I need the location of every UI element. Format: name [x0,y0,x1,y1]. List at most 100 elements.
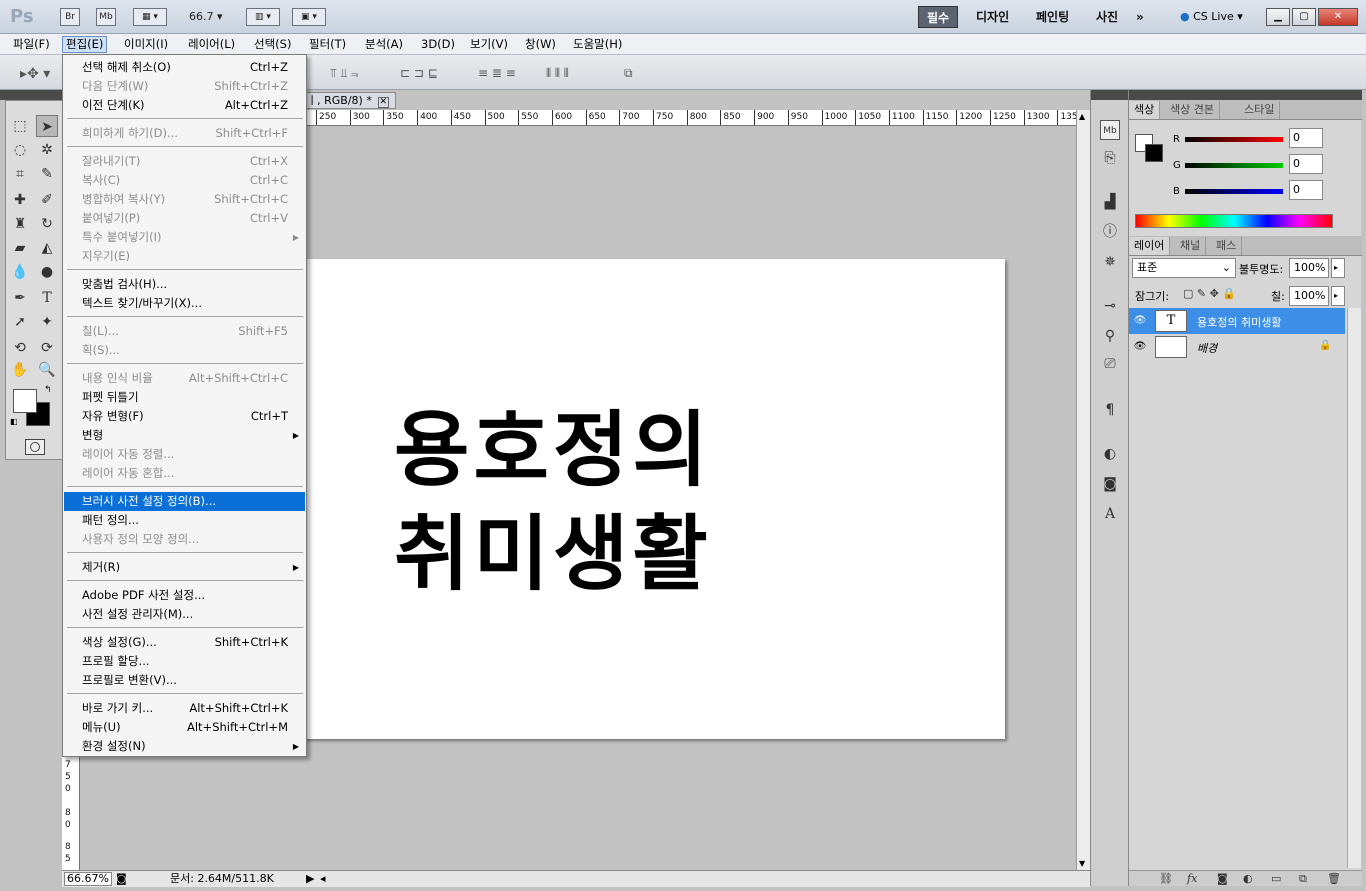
tab-layers[interactable]: 레이어 [1129,237,1171,255]
edit-menu-item[interactable]: 특수 붙여넣기(I) ▶ [64,228,305,247]
edit-menu-item[interactable]: 붙여넣기(P) Ctrl+V [64,209,305,228]
edit-menu-item[interactable]: 사용자 정의 모양 정의... [64,530,305,549]
more-workspaces-icon[interactable]: » [1128,6,1152,28]
red-value-input[interactable]: 0 [1289,128,1323,148]
vertical-scrollbar[interactable]: ▲ ▼ [1076,110,1090,870]
edit-menu-item[interactable]: 잘라내기(T) Ctrl+X [64,152,305,171]
adjustments-panel-icon[interactable]: ◐ [1100,444,1120,464]
edit-menu-item[interactable]: 사전 설정 관리자(M)... [64,605,305,624]
menu-select[interactable]: 선택(S) [251,36,294,53]
link-layers-icon[interactable]: ⛓ [1159,872,1173,885]
edit-menu-item[interactable]: 바로 가기 키... Alt+Shift+Ctrl+K [64,699,305,718]
edit-menu-item[interactable]: 선택 해제 취소(O) Ctrl+Z [64,58,305,77]
hand-tool-icon[interactable]: ✋ [9,359,31,381]
edit-menu-item[interactable]: 칠(L)... Shift+F5 [64,322,305,341]
edit-menu-item[interactable]: 획(S)... [64,341,305,360]
layer-style-icon[interactable]: fx [1187,872,1197,885]
blend-mode-select[interactable]: 표준 ⌄ [1132,258,1236,278]
edit-menu-item[interactable]: 색상 설정(G)... Shift+Ctrl+K [64,633,305,652]
tab-swatches[interactable]: 색상 견본 [1165,101,1220,119]
path-selection-tool-icon[interactable]: ➚ [9,311,31,333]
navigator-panel-icon[interactable]: ✵ [1100,252,1120,272]
align-top-icon[interactable]: ⫪ ⫫ ⫬ [330,66,358,81]
marquee-tool-icon[interactable]: ⬚ [9,115,31,137]
tab-color[interactable]: 색상 [1129,101,1161,119]
document-canvas[interactable]: 용호정의 취미생활 [304,259,1005,739]
character-panel-icon[interactable]: A [1100,504,1120,524]
opacity-arrow-icon[interactable]: ▸ [1331,258,1345,278]
delete-layer-icon[interactable]: 🗑 [1327,872,1341,885]
healing-brush-tool-icon[interactable]: ✚ [9,189,31,211]
add-mask-icon[interactable]: ◙ [1217,872,1228,885]
brush-presets-panel-icon[interactable]: ⊸ [1100,296,1120,316]
clone-stamp-tool-icon[interactable]: ♜ [9,213,31,235]
zoom-tool-icon[interactable]: 🔍 [36,359,58,381]
edit-menu-item[interactable]: 복사(C) Ctrl+C [64,171,305,190]
fill-arrow-icon[interactable]: ▸ [1331,286,1345,306]
fill-input[interactable]: 100% [1289,286,1329,306]
visibility-eye-icon[interactable]: 👁 [1133,314,1147,328]
green-value-input[interactable]: 0 [1289,154,1323,174]
edit-menu-item[interactable]: 레이어 자동 혼합... [64,464,305,483]
swap-colors-icon[interactable]: ↰ [44,385,52,395]
edit-menu-item[interactable]: 프로필로 변환(V)... [64,671,305,690]
edit-menu-item[interactable]: 내용 인식 비율 Alt+Shift+Ctrl+C [64,369,305,388]
edit-menu-item[interactable]: 제거(R) ▶ [64,558,305,577]
edit-menu-item[interactable]: 브러시 사전 설정 정의(B)... [64,492,305,511]
green-slider[interactable] [1185,163,1283,168]
paragraph-panel-icon[interactable]: ¶ [1100,400,1120,420]
edit-menu-item[interactable]: 맞춤법 검사(H)... [64,275,305,294]
edit-menu-item[interactable]: 다음 단계(W) Shift+Ctrl+Z [64,77,305,96]
scroll-down-icon[interactable]: ▼ [1079,859,1085,868]
distribute-left-icon[interactable]: ⫴ ⫴ ⫴ [546,66,569,81]
menu-3d[interactable]: 3D(D) [418,36,458,53]
color-panel-background-swatch[interactable] [1145,144,1163,162]
layer-row-background[interactable]: 👁 배경 🔒 [1129,334,1345,360]
edit-menu-item[interactable]: 이전 단계(K) Alt+Ctrl+Z [64,96,305,115]
move-tool-icon[interactable]: ➤ [36,115,58,137]
menu-layer[interactable]: 레이어(L) [185,36,238,53]
close-button[interactable]: ✕ [1318,8,1358,26]
zoom-field[interactable]: 66.67% [64,872,112,886]
minibridge-button[interactable]: Mb [96,8,116,26]
workspace-painting[interactable]: 페인팅 [1028,6,1077,28]
cs-live-menu[interactable]: ● CS Live ▾ [1180,10,1243,23]
arrange-documents-button[interactable]: ▥ ▾ [246,8,280,26]
workspace-photography[interactable]: 사진 [1088,6,1126,28]
scroll-left-icon[interactable]: ◂ [320,872,326,885]
edit-menu-item[interactable]: 병합하여 복사(Y) Shift+Ctrl+C [64,190,305,209]
edit-menu-item[interactable]: 자유 변형(F) Ctrl+T [64,407,305,426]
eraser-tool-icon[interactable]: ▰ [9,237,31,259]
3d-orbit-tool-icon[interactable]: ⟳ [36,337,58,359]
history-brush-tool-icon[interactable]: ↻ [36,213,58,235]
workspace-essentials[interactable]: 필수 [918,6,959,28]
menu-file[interactable]: 파일(F) [10,36,53,53]
clone-source-panel-icon[interactable]: ⚲ [1100,326,1120,346]
edit-menu-item[interactable]: 텍스트 찾기/바꾸기(X)... [64,294,305,313]
lock-icons[interactable]: ▢ ✎ ✥ 🔒 [1183,287,1236,300]
red-slider[interactable] [1185,137,1283,142]
tab-paths[interactable]: 패스 [1211,237,1243,255]
scroll-up-icon[interactable]: ▲ [1079,112,1085,121]
layer-row-text[interactable]: 👁 T 용호정의 취미생활 [1129,308,1345,334]
minimize-button[interactable]: ▁ [1266,8,1290,26]
custom-shape-tool-icon[interactable]: ✦ [36,311,58,333]
view-extras-button[interactable]: ▦ ▾ [133,8,167,26]
bridge-button[interactable]: Br [60,8,80,26]
edit-menu-item[interactable]: 환경 설정(N) ▶ [64,737,305,756]
status-menu-arrow-icon[interactable]: ▶ [306,872,314,885]
edit-menu-item[interactable]: 프로필 할당... [64,652,305,671]
tab-styles[interactable]: 스타일 [1239,101,1281,119]
canvas-text-layer[interactable]: 용호정의 취미생활 [394,399,712,607]
new-layer-icon[interactable]: ⧉ [1299,872,1307,886]
menu-image[interactable]: 이미지(I) [121,36,171,53]
tool-presets-panel-icon[interactable]: ⎚ [1100,354,1120,374]
zoom-level-dropdown[interactable]: 66.7 ▾ [189,10,223,23]
move-tool-preset-icon[interactable]: ▸✥ ▾ [20,66,50,82]
menu-filter[interactable]: 필터(T) [306,36,349,53]
color-spectrum-bar[interactable] [1135,214,1333,228]
distribute-top-icon[interactable]: ≡ ≣ ≡ [478,66,516,80]
history-panel-icon[interactable]: ⎘ [1100,148,1120,168]
status-info-icon[interactable]: ◙ [116,872,127,885]
eyedropper-tool-icon[interactable]: ✎ [36,163,58,185]
